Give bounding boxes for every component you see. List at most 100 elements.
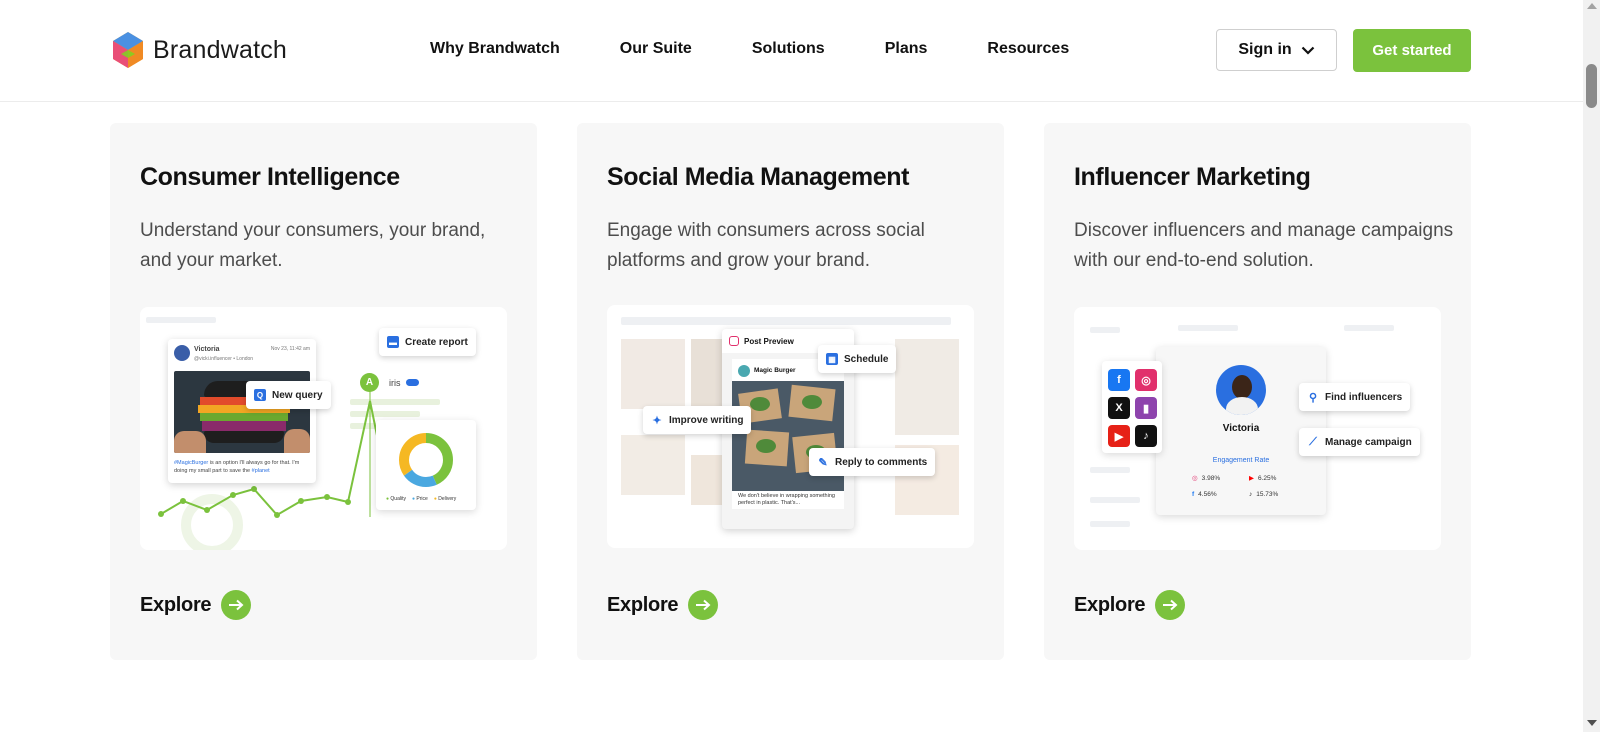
brand-name: Brandwatch [153,35,288,64]
post-date: Nov 23, 11:42 am [270,346,310,352]
legend-delivery: ● Delivery [433,496,457,502]
query-icon: Q [254,389,266,401]
folder-icon: ▬ [387,336,399,348]
nav-item-plans[interactable]: Plans [885,40,928,58]
legend-price: ● Price [411,496,428,502]
youtube-icon: ▶ [1249,475,1254,482]
explore-link[interactable]: Explore [1074,590,1186,620]
bg-placeholder [1090,521,1130,527]
scrollbar-thumb[interactable] [1586,64,1597,108]
nav-item-solutions[interactable]: Solutions [752,40,825,58]
nav-item-our-suite[interactable]: Our Suite [620,40,692,58]
manage-campaign-label: Manage campaign [1325,436,1412,448]
chart-icon: ⟋ [1309,435,1317,448]
improve-writing-chip[interactable]: ✦ Improve writing [643,406,752,434]
youtube-icon[interactable]: ▶ [1108,425,1130,447]
iris-toggle[interactable] [406,379,419,386]
brandwatch-logo-icon [113,32,143,68]
iris-label: iris [389,378,401,388]
card-social-media-management: Social Media Management Engage with cons… [577,123,1004,660]
post-user: Victoria [194,346,220,353]
scroll-down-arrow-icon[interactable] [1587,720,1597,726]
site-header: Brandwatch Why Brandwatch Our Suite Solu… [0,0,1583,102]
reply-to-comments-chip[interactable]: ✎ Reply to comments [809,448,936,476]
tiktok-icon[interactable]: ♪ [1135,425,1157,447]
card-consumer-intelligence: Consumer Intelligence Understand your co… [110,123,537,660]
card-title: Influencer Marketing [1074,163,1311,191]
arrow-right-icon [1155,590,1186,620]
find-influencers-chip[interactable]: ⚲ Find influencers [1299,383,1411,411]
influencer-avatar [1216,365,1266,415]
account-name: Magic Burger [754,367,796,374]
consumer-intelligence-illustration: Victoria @vicki.influencer • London Nov … [140,307,507,550]
card-description: Understand your consumers, your brand, a… [140,220,486,271]
engagement-rate-label: Engagement Rate [1212,457,1270,464]
tiktok-icon: ♪ [1249,491,1253,498]
bg-placeholder [1344,325,1394,331]
get-started-button[interactable]: Get started [1353,29,1471,72]
nav-item-resources[interactable]: Resources [987,40,1069,58]
donut-legend: ● Quality ● Price ● Delivery [386,496,456,502]
manage-campaign-chip[interactable]: ⟋ Manage campaign [1299,428,1420,456]
social-post-card: Victoria @vicki.influencer • London Nov … [168,339,316,483]
brand-logo[interactable]: Brandwatch [110,31,287,69]
find-influencers-label: Find influencers [1325,391,1403,403]
stat-facebook: f 4.56% [1192,491,1217,498]
account-avatar [738,365,750,377]
card-description: Engage with consumers across social plat… [607,220,925,271]
explore-label: Explore [607,593,679,616]
avatar [174,345,190,361]
schedule-chip[interactable]: ▦ Schedule [818,345,897,373]
calendar-icon: ▦ [826,353,838,365]
post-text: #MagicBurger is an option I'll always go… [174,459,310,475]
iris-avatar-icon: A [360,373,379,392]
reply-to-comments-label: Reply to comments [835,456,928,468]
stat-instagram: ◎ 3.98% [1192,474,1221,483]
explore-label: Explore [140,593,212,616]
page-scrollbar[interactable] [1583,0,1600,732]
new-query-label: New query [272,389,323,401]
legend-quality: ● Quality [386,496,406,502]
instagram-post: Magic Burger We don't believe in wrappin… [732,359,844,509]
explore-label: Explore [1074,593,1146,616]
bg-photo [621,435,685,495]
instagram-icon [729,336,739,346]
explore-link[interactable]: Explore [607,590,719,620]
sparkle-icon: ✦ [652,414,662,427]
explore-link[interactable]: Explore [140,590,252,620]
bg-placeholder [621,317,951,325]
pencil-icon: ✎ [818,456,828,469]
sign-in-button[interactable]: Sign in [1216,29,1337,71]
card-influencer-marketing: Influencer Marketing Discover influencer… [1044,123,1471,660]
post-handle: @vicki.influencer • London [194,356,254,362]
bg-photo [691,455,725,505]
nav-item-why-brandwatch[interactable]: Why Brandwatch [430,40,560,58]
facebook-icon: f [1192,491,1195,498]
instagram-icon[interactable]: ◎ [1135,369,1157,391]
bg-photo [621,339,685,409]
schedule-label: Schedule [844,353,889,365]
arrow-right-icon [221,590,252,620]
post-preview-label: Post Preview [744,336,794,346]
search-icon: ⚲ [1308,391,1318,404]
new-query-chip[interactable]: Q New query [246,381,331,409]
influencer-marketing-illustration: Victoria Engagement Rate ◎ 3.98% ▶ 6.25% f… [1074,307,1441,550]
scroll-up-arrow-icon[interactable] [1587,3,1597,9]
social-networks-panel: f ◎ X ▮ ▶ ♪ [1102,361,1162,453]
improve-writing-label: Improve writing [669,414,744,426]
create-report-chip[interactable]: ▬ Create report [379,328,476,356]
sign-in-label: Sign in [1238,41,1292,58]
arrow-right-icon [688,590,719,620]
x-icon[interactable]: X [1108,397,1130,419]
facebook-icon[interactable]: f [1108,369,1130,391]
hashtag-magicburger: #MagicBurger [174,460,209,466]
stat-youtube: ▶ 6.25% [1249,474,1277,483]
bg-placeholder [1178,325,1238,331]
bg-photo [691,339,725,409]
card-title: Consumer Intelligence [140,163,400,191]
twitch-icon[interactable]: ▮ [1135,397,1157,419]
sentiment-donut-card: ● Quality ● Price ● Delivery [376,420,476,510]
hashtag-planet: #planet [251,468,270,474]
chevron-down-icon [1301,46,1314,55]
card-title: Social Media Management [607,163,909,191]
